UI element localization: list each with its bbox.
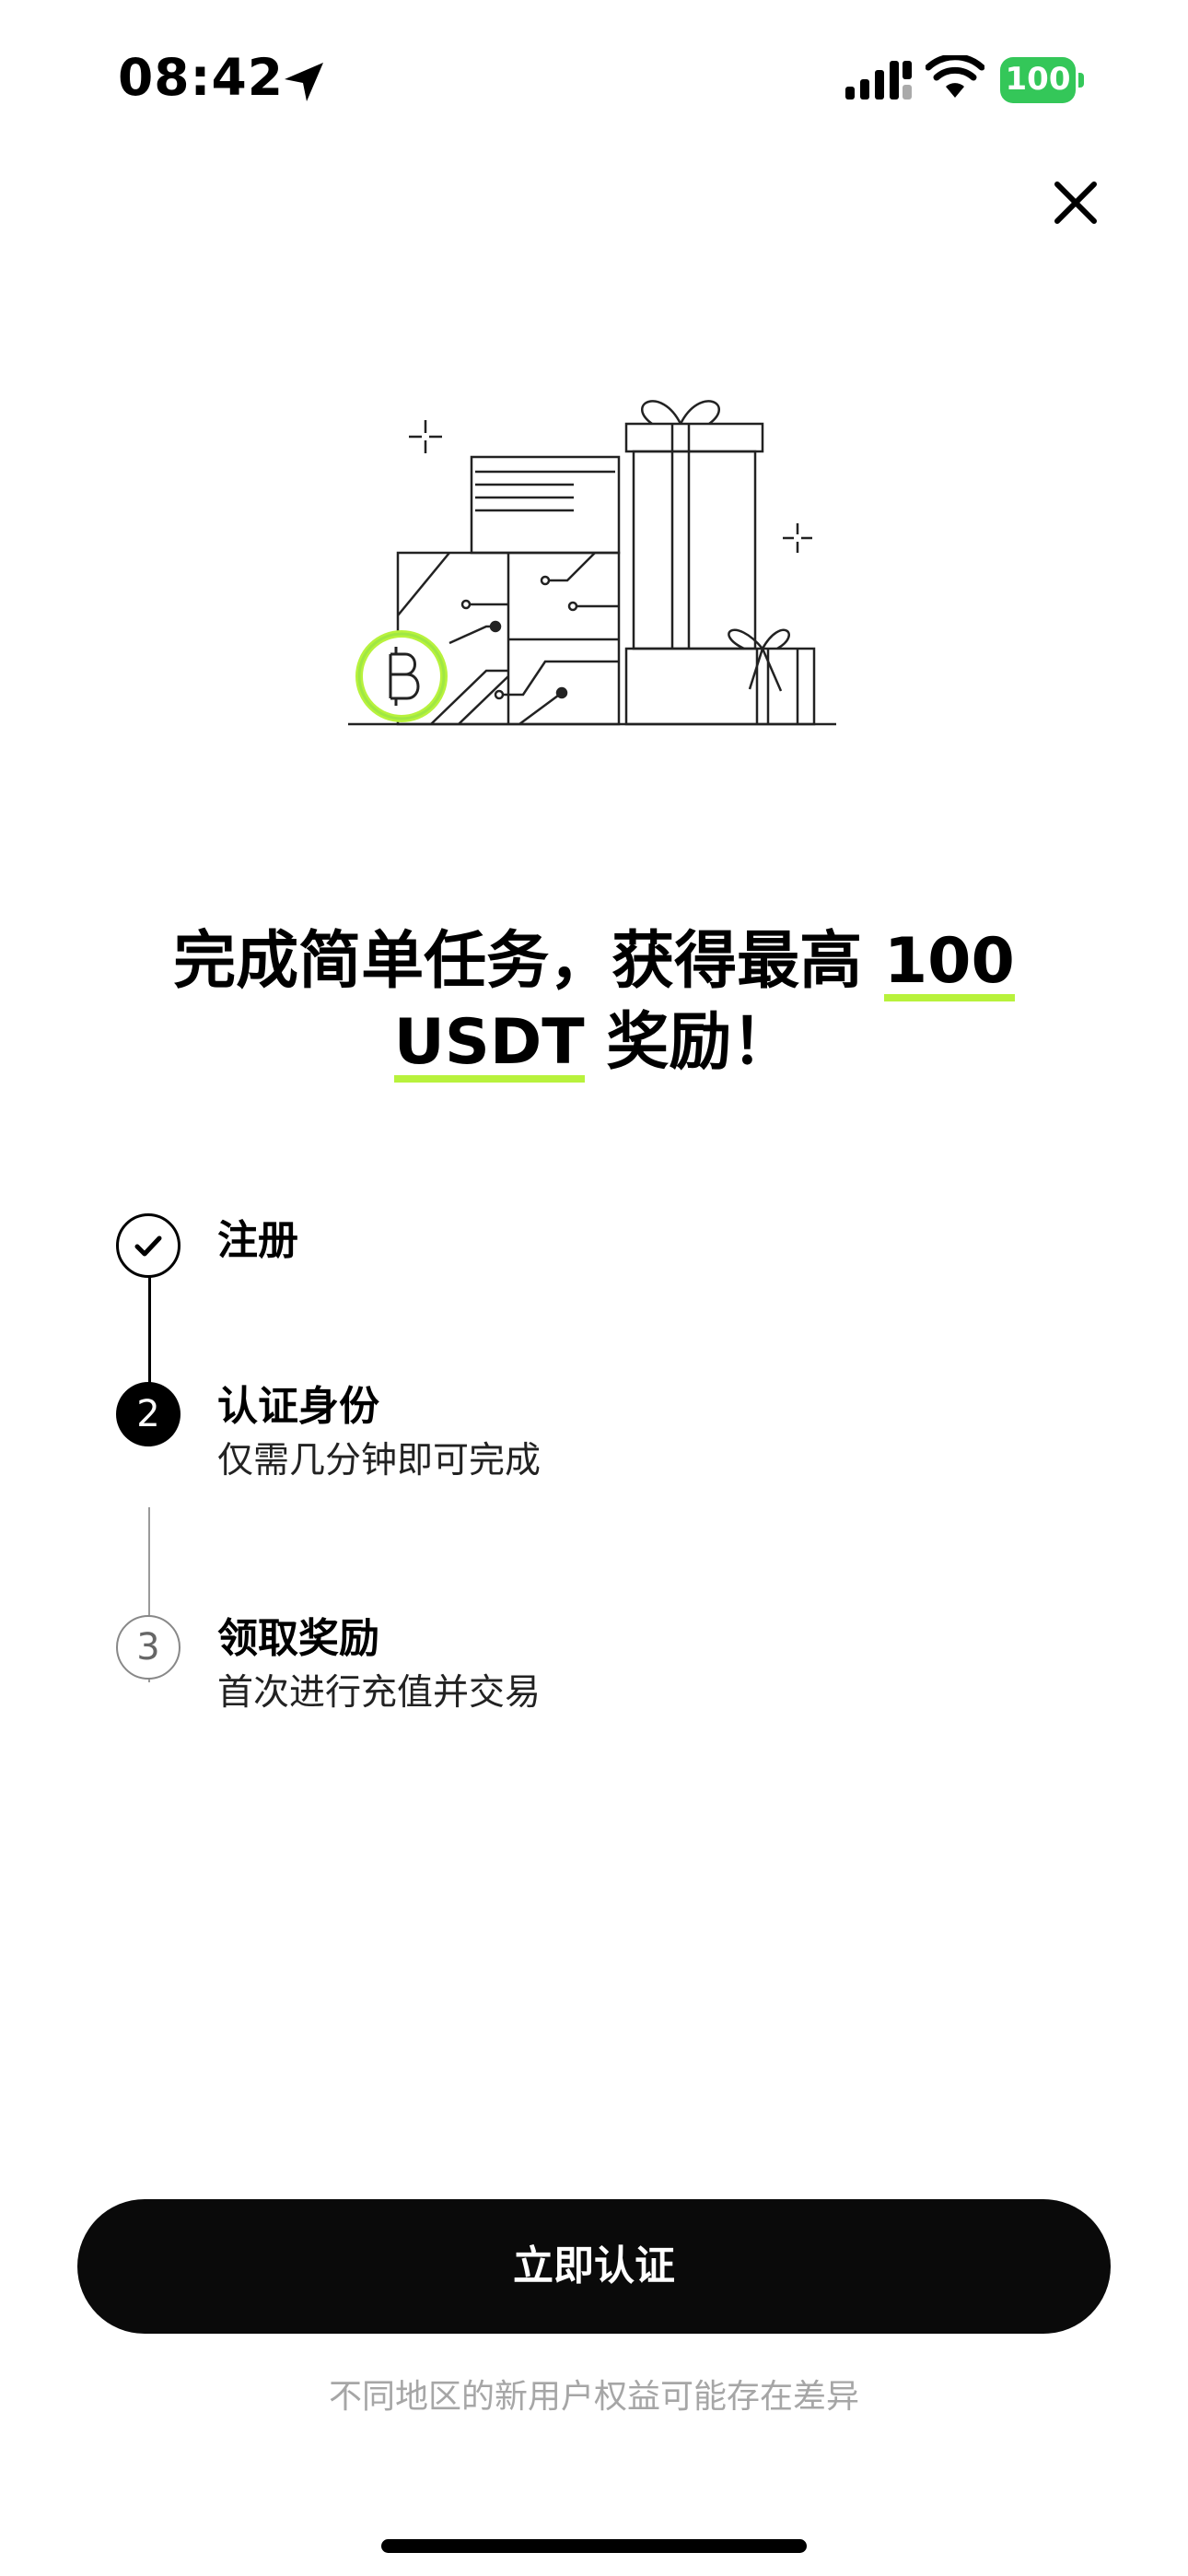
headline-text-2: 奖励！ [584,1006,795,1079]
signal-icon [845,61,912,100]
gift-boxes-illustration [348,400,836,726]
headline-highlight-currency: USDT [393,1006,585,1083]
battery-level: 100 [1005,61,1071,98]
sparkle-icon [783,523,812,553]
step-title: 注册 [217,1217,298,1264]
status-time: 08:42 [118,48,285,107]
headline-highlight-amount: 100 [883,925,1015,1001]
step-title: 认证身份 [217,1383,379,1430]
verify-now-button[interactable]: 立即认证 [77,2199,1111,2334]
step-subtitle: 首次进行充值并交易 [217,1672,542,1714]
step-marker-active: 2 [116,1382,181,1446]
disclaimer-text: 不同地区的新用户权益可能存在差异 [328,2378,859,2416]
step-subtitle: 仅需几分钟即可完成 [217,1440,542,1481]
page-title: 完成简单任务，获得最高 100 USDT 奖励！ [74,921,1114,1083]
close-icon[interactable] [1048,175,1103,230]
battery-icon: 100 [1000,57,1084,103]
checkmark-icon [134,1235,162,1257]
headline-text-1: 完成简单任务，获得最高 [173,925,884,998]
status-bar: 08:42 100 [0,0,1188,157]
location-arrow-icon [285,63,323,101]
step-title: 领取奖励 [217,1615,379,1662]
home-indicator[interactable] [381,2539,807,2553]
step-marker-pending: 3 [116,1615,181,1680]
step-marker-done [116,1213,181,1278]
task-steps: 注册 2 认证身份 仅需几分钟即可完成 3 领取奖励 首次进行充值并交易 [0,1207,1188,1760]
sparkle-icon [409,420,442,453]
wifi-icon [926,55,984,98]
